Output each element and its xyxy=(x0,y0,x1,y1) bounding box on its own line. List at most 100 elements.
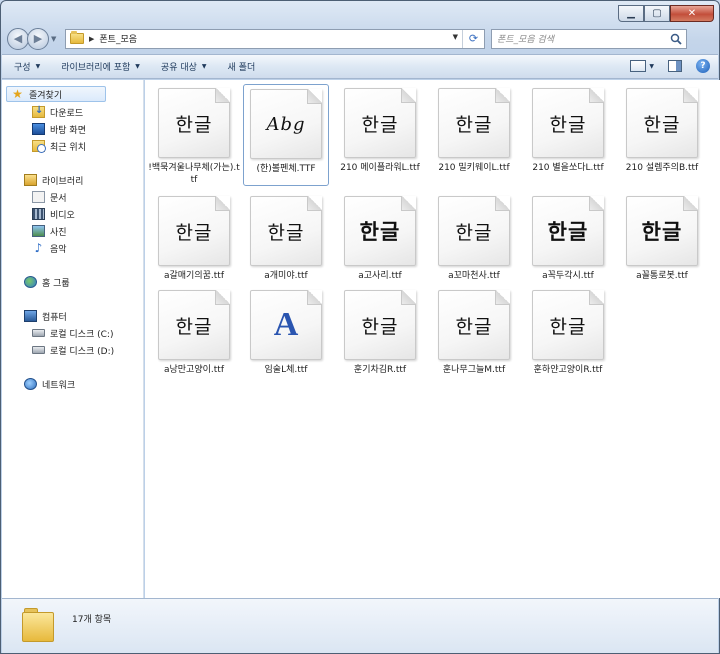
file-item[interactable]: Abg (한)볼펜체.TTF xyxy=(243,84,329,186)
organize-button[interactable]: 구성 ▼ xyxy=(14,60,40,73)
file-name: 훈하얀고양이R.ttf xyxy=(533,365,603,375)
desktop-icon xyxy=(32,123,45,135)
file-item[interactable]: 한글 훈하얀고양이R.ttf xyxy=(525,286,611,388)
minimize-button[interactable]: ▁ xyxy=(618,5,644,22)
file-item[interactable]: 한글 a개미야.ttf xyxy=(243,192,329,294)
nav-music-label: 음악 xyxy=(50,244,67,255)
font-preview: 한글 xyxy=(359,220,401,244)
include-library-label: 라이브러리에 포함 xyxy=(61,63,131,73)
homegroup-icon xyxy=(24,276,37,288)
include-library-button[interactable]: 라이브러리에 포함 ▼ xyxy=(61,60,140,73)
nav-recent[interactable]: 최근 위치 xyxy=(32,138,86,154)
font-preview: 한글 xyxy=(455,221,493,244)
nav-libraries[interactable]: 라이브러리 xyxy=(24,172,83,188)
nav-homegroup-label: 홈 그룹 xyxy=(42,278,70,289)
help-button[interactable]: ? xyxy=(696,59,710,73)
file-item[interactable]: 한글 a고사리.ttf xyxy=(337,192,423,294)
nav-pictures[interactable]: 사진 xyxy=(32,223,67,239)
organize-label: 구성 xyxy=(14,63,31,73)
nav-disk-d[interactable]: 로컬 디스크 (D:) xyxy=(32,342,114,358)
history-dropdown[interactable]: ▼ xyxy=(51,35,61,43)
caption-buttons: ▁ ▢ ✕ xyxy=(618,5,714,22)
nav-downloads[interactable]: 다운로드 xyxy=(32,104,83,120)
font-preview: 한글 xyxy=(175,113,213,136)
font-file-icon: 한글 xyxy=(344,88,416,158)
folder-icon xyxy=(22,608,54,644)
file-name: a고사리.ttf xyxy=(358,271,402,281)
font-preview: 한글 xyxy=(549,113,587,136)
file-item[interactable]: 한글 210 밀키웨이L.ttf xyxy=(431,84,517,186)
forward-button[interactable]: ▶ xyxy=(27,27,49,50)
file-item[interactable]: 한글 훈나무그늘M.ttf xyxy=(431,286,517,388)
file-name: 임술L체.ttf xyxy=(264,365,308,375)
font-file-icon: 한글 xyxy=(532,290,604,360)
file-name: 210 밀키웨이L.ttf xyxy=(438,163,510,173)
nav-favorites[interactable]: ★ 즐겨찾기 xyxy=(6,86,106,102)
star-icon: ★ xyxy=(12,87,23,101)
nav-homegroup[interactable]: 홈 그룹 xyxy=(24,274,70,290)
nav-disk-c[interactable]: 로컬 디스크 (C:) xyxy=(32,325,113,341)
file-name: 210 메이플라워L.ttf xyxy=(340,163,420,173)
file-item[interactable]: 한글 a꼬마천사.ttf xyxy=(431,192,517,294)
file-item[interactable]: 한글 훈기차김R.ttf xyxy=(337,286,423,388)
nav-videos[interactable]: 비디오 xyxy=(32,206,75,222)
file-name: 210 별을쏘다L.ttf xyxy=(532,163,604,173)
file-list: 한글 !백묵겨울나무체(가는).ttf Abg (한)볼펜체.TTF 한글 21… xyxy=(145,80,720,598)
file-name: a낭만고양이.ttf xyxy=(163,365,224,375)
search-icon[interactable] xyxy=(670,33,682,45)
font-preview: A xyxy=(273,306,299,343)
file-item[interactable]: 한글 210 별을쏘다L.ttf xyxy=(525,84,611,186)
font-preview: 한글 xyxy=(455,113,493,136)
file-item[interactable]: 한글 !백묵겨울나무체(가는).ttf xyxy=(148,84,240,186)
font-file-icon: 한글 xyxy=(438,88,510,158)
computer-icon xyxy=(24,310,37,322)
search-input[interactable]: 폰트_모음 검색 xyxy=(491,28,687,49)
nav-videos-label: 비디오 xyxy=(50,210,75,221)
file-item[interactable]: 한글 a꼴통로봇.ttf xyxy=(619,192,705,294)
nav-disk-d-label: 로컬 디스크 (D:) xyxy=(50,346,115,357)
new-folder-button[interactable]: 새 폴더 xyxy=(228,60,256,73)
nav-computer[interactable]: 컴퓨터 xyxy=(24,308,67,324)
nav-favorites-label: 즐겨찾기 xyxy=(29,90,63,101)
font-preview: 한글 xyxy=(361,113,399,136)
network-icon xyxy=(24,378,37,390)
nav-documents[interactable]: 문서 xyxy=(32,189,67,205)
nav-desktop-label: 바탕 화면 xyxy=(50,125,86,136)
nav-network[interactable]: 네트워크 xyxy=(24,376,75,392)
pictures-icon xyxy=(32,225,45,237)
search-placeholder: 폰트_모음 검색 xyxy=(497,35,555,45)
address-bar[interactable]: ▶ 폰트_모음 ▼ ⟳ xyxy=(65,28,485,49)
preview-pane-button[interactable] xyxy=(668,60,682,72)
file-name: 훈기차김R.ttf xyxy=(353,365,407,375)
file-item[interactable]: A 임술L체.ttf xyxy=(243,286,329,388)
file-item[interactable]: 한글 a낭만고양이.ttf xyxy=(151,286,237,388)
font-file-icon: A xyxy=(250,290,322,360)
maximize-button[interactable]: ▢ xyxy=(644,5,670,22)
file-item[interactable]: 한글 a갈매기의꿈.ttf xyxy=(151,192,237,294)
maximize-icon: ▢ xyxy=(652,8,662,19)
share-button[interactable]: 공유 대상 ▼ xyxy=(161,60,207,73)
minimize-icon: ▁ xyxy=(627,8,635,19)
back-button[interactable]: ◀ xyxy=(7,27,29,50)
file-name: 210 설렘주의B.ttf xyxy=(625,163,699,173)
address-dropdown-icon[interactable]: ▼ xyxy=(453,33,458,41)
toolbar-right: ▼ ? xyxy=(630,59,710,73)
font-preview: 한글 xyxy=(175,221,213,244)
file-name: !백묵겨울나무체(가는).ttf xyxy=(148,163,240,185)
breadcrumb[interactable]: 폰트_모음 xyxy=(99,32,137,45)
close-button[interactable]: ✕ xyxy=(670,5,714,22)
downloads-icon xyxy=(32,105,45,118)
file-name: a꼴통로봇.ttf xyxy=(636,271,688,281)
file-item[interactable]: 한글 210 메이플라워L.ttf xyxy=(337,84,423,186)
font-preview: 한글 xyxy=(455,315,493,338)
file-name: a꼭두각시.ttf xyxy=(542,271,594,281)
file-item[interactable]: 한글 210 설렘주의B.ttf xyxy=(619,84,705,186)
file-item[interactable]: 한글 a꼭두각시.ttf xyxy=(525,192,611,294)
nav-computer-label: 컴퓨터 xyxy=(42,312,67,323)
view-options-button[interactable]: ▼ xyxy=(630,60,654,72)
nav-desktop[interactable]: 바탕 화면 xyxy=(32,121,86,137)
font-file-icon: 한글 xyxy=(438,196,510,266)
breadcrumb-arrow-icon[interactable]: ▶ xyxy=(89,35,94,43)
nav-music[interactable]: ♪ 음악 xyxy=(32,240,67,256)
refresh-button[interactable]: ⟳ xyxy=(462,29,484,48)
